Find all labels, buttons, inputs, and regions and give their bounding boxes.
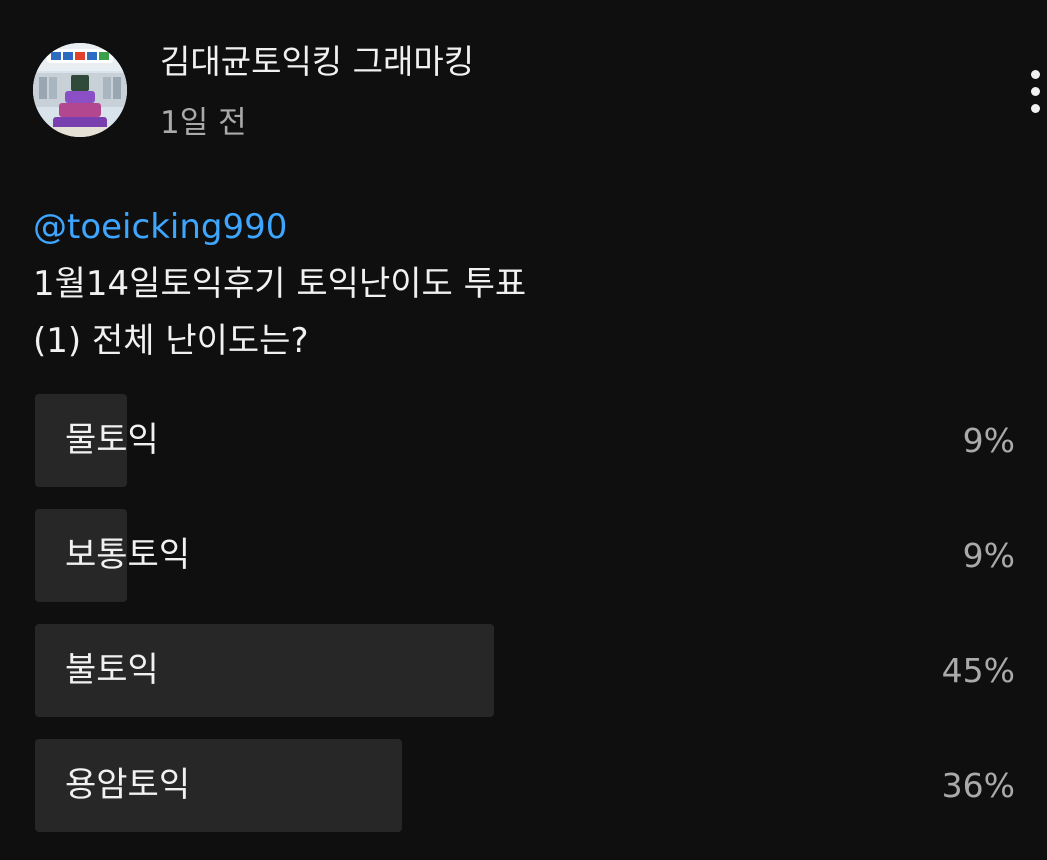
post-body: @toeicking990 1월14일토익후기 토익난이도 투표 (1) 전체 … xyxy=(33,199,526,370)
more-vertical-icon xyxy=(1031,87,1040,96)
poll-option-label: 용암토익 xyxy=(65,765,191,805)
avatar-image xyxy=(33,43,127,137)
poll: 물토익 9% 보통토익 9% 불토익 45% 용암토익 36% xyxy=(35,394,1017,854)
channel-avatar[interactable] xyxy=(33,43,127,137)
more-vertical-icon xyxy=(1031,70,1040,79)
poll-option[interactable]: 용암토익 36% xyxy=(35,739,1017,832)
poll-option-percent: 9% xyxy=(962,421,1015,460)
mention-link[interactable]: @toeicking990 xyxy=(33,199,526,256)
poll-option-percent: 9% xyxy=(962,536,1015,575)
more-vertical-icon xyxy=(1031,104,1040,113)
poll-option[interactable]: 보통토익 9% xyxy=(35,509,1017,602)
post-text-line: (1) 전체 난이도는? xyxy=(33,321,309,361)
poll-option-label: 불토익 xyxy=(65,650,159,690)
post-timestamp: 1일 전 xyxy=(160,105,247,141)
channel-name[interactable]: 김대균토익킹 그래마킹 xyxy=(160,40,474,84)
poll-option-percent: 36% xyxy=(941,766,1015,805)
poll-option-label: 물토익 xyxy=(65,420,159,460)
poll-option[interactable]: 물토익 9% xyxy=(35,394,1017,487)
more-options-button[interactable] xyxy=(1022,66,1047,118)
poll-option-label: 보통토익 xyxy=(65,535,191,575)
poll-option-percent: 45% xyxy=(941,651,1015,690)
post-text-line: 1월14일토익후기 토익난이도 투표 xyxy=(33,264,527,304)
poll-option[interactable]: 불토익 45% xyxy=(35,624,1017,717)
